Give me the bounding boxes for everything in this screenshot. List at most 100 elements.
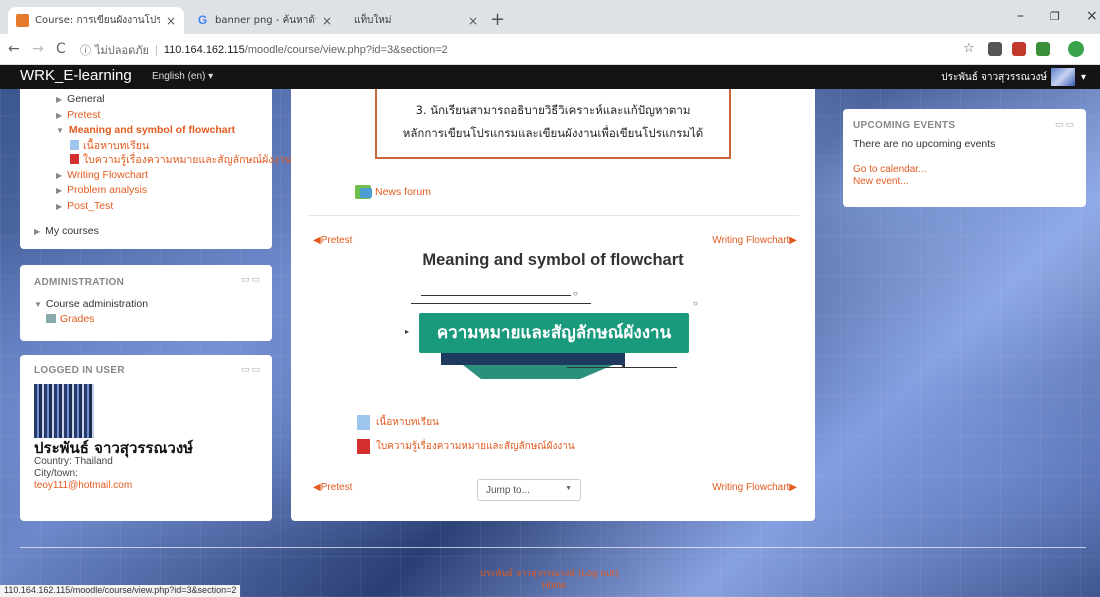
browser-tab-bar: Course: การเขียนผังงานโปรแกรม, Wr × G ba… [0,0,1100,34]
reload-button[interactable]: C [56,41,66,57]
maximize-button[interactable]: ❐ [1050,10,1060,23]
user-city: City/town: [34,468,78,479]
url-input[interactable]: ⓘ ไม่ปลอดภัย | 110.164.162.115 /moodle/c… [80,38,920,61]
block-controls-icon[interactable]: ▭▭ [1055,119,1076,130]
block-controls-icon[interactable]: ▭▭ [241,275,262,285]
divider [309,215,799,216]
footer-home-link[interactable]: Home [542,580,566,590]
logged-in-user-block: LOGGED IN USER ▭▭ ประพันธ์ จาวสุวรรณวงษ์… [20,355,272,521]
objective-line: 3. นักเรียนสามารถอธิบายวิธีวิเคราะห์และแ… [415,103,691,117]
chevron-down-icon: ▾ [1080,71,1086,83]
user-picture[interactable] [34,384,94,438]
caret-down-icon: ▼ [56,126,64,135]
next-section-link-bottom[interactable]: Writing Flowchart▶ [712,482,797,493]
tab-title: Course: การเขียนผังงานโปรแกรม, Wr [35,15,160,26]
caret-right-icon: ▶ [56,170,63,180]
minimize-button[interactable]: – [1017,8,1024,24]
prev-section-link[interactable]: ◀Pretest [313,235,352,246]
nav-subitem-pdf[interactable]: ใบความรู้เรื่องความหมายและสัญลักษณ์ผังงา… [56,153,292,168]
block-title: UPCOMING EVENTS [853,120,956,131]
footer-logout-link[interactable]: ประพันธ์ จาวสุวรรณวงษ์ (Log out) [480,566,619,580]
caret-right-icon: ▶ [56,201,63,211]
chevron-down-icon: ▼ [565,485,572,492]
arrow-ornament-icon: ▸ [405,327,410,336]
caret-right-icon: ▶ [56,95,63,104]
go-to-calendar-link[interactable]: Go to calendar... [853,164,1086,176]
address-bar-row: ← → C ⓘ ไม่ปลอดภัย | 110.164.162.115 /mo… [0,34,1100,65]
jump-to-select[interactable]: Jump to... ▼ [477,479,581,501]
circle-ornament-icon: ○ [573,289,578,298]
administration-block: ADMINISTRATION ▭▭ ▼ Course administration… [20,265,272,341]
moodle-favicon-icon [16,14,29,27]
pdf-icon [357,439,370,454]
forward-button[interactable]: → [32,41,44,57]
nav-item-post-test[interactable]: ▶ Post_Test [56,199,272,215]
user-email-link[interactable]: teoy111@hotmail.com [34,480,272,492]
nav-item-meaning-symbol[interactable]: ▼ Meaning and symbol of flowchart [56,123,272,139]
nav-item-general[interactable]: ▶ General [56,92,272,108]
block-title: LOGGED IN USER [34,365,125,376]
nav-item-problem-analysis[interactable]: ▶ Problem analysis [56,183,272,199]
next-section-link[interactable]: Writing Flowchart▶ [712,235,797,246]
tab-course[interactable]: Course: การเขียนผังงานโปรแกรม, Wr × [8,7,184,34]
user-country: Country: Thailand [34,456,113,467]
caret-right-icon: ▶ [56,110,63,120]
nav-item-my-courses[interactable]: ▶ My courses [34,225,99,237]
moodle-navbar: WRK_E-learning English (en) ▾ ประพันธ์ จ… [0,65,1100,89]
tab-title: แท็บใหม่ [354,15,392,26]
circle-ornament-icon: ○ [693,299,698,308]
footer-divider [20,547,1086,548]
navigation-block: ▶ General ▶ Pretest ▼ Meaning and symbol of… [20,89,292,249]
nav-subitem-lesson[interactable]: เนื้อหาบทเรียน [56,139,272,154]
close-tab-icon[interactable]: × [468,14,478,28]
course-administration-node[interactable]: ▼ Course administration [34,298,272,310]
caret-right-icon: ▶ [34,227,41,236]
browser-status-url: 110.164.162.115/moodle/course/view.php?i… [0,585,241,597]
site-brand-link[interactable]: WRK_E-learning [20,67,132,84]
url-path: /moodle/course/view.php?id=3&section=2 [244,43,448,56]
main-content: 3. นักเรียนสามารถอธิบายวิธีวิเคราะห์และแ… [291,89,815,521]
new-event-link[interactable]: New event... [853,176,1086,188]
grades-icon [46,314,56,323]
info-icon[interactable]: ⓘ [80,42,91,58]
close-tab-icon[interactable]: × [166,14,176,28]
upcoming-events-block: UPCOMING EVENTS ▭▭ There are no upcoming… [843,109,1086,207]
profile-avatar-icon[interactable] [1068,41,1084,57]
news-forum-link[interactable]: News forum [355,185,431,199]
resource-pdf-link[interactable]: ใบความรู้เรื่องความหมายและสัญลักษณ์ผังงา… [357,439,575,454]
close-tab-icon[interactable]: × [322,14,332,28]
section-banner-image: ○ ○ ▸ ◂ ความหมายและสัญลักษณ์ผังงาน [397,275,707,395]
block-title: ADMINISTRATION [34,277,125,288]
banner-text: ความหมายและสัญลักษณ์ผังงาน [436,323,672,343]
tab-google-search[interactable]: G banner png - ค้นหาด้วย Google × [188,7,340,34]
forum-icon [355,185,372,199]
resource-lesson-link[interactable]: เนื้อหาบทเรียน [357,415,439,430]
extension-icon[interactable] [1036,42,1050,56]
google-favicon-icon: G [197,13,208,27]
caret-down-icon: ▼ [34,300,42,309]
bookmark-star-icon[interactable]: ☆ [963,41,975,56]
back-button[interactable]: ← [8,41,20,57]
close-window-button[interactable]: × [1086,8,1098,24]
extension-icon[interactable] [988,42,1002,56]
security-label: ไม่ปลอดภัย [95,44,149,57]
section-title: Meaning and symbol of flowchart [422,251,684,269]
tab-new[interactable]: แท็บใหม่ × [346,7,486,34]
block-controls-icon[interactable]: ▭▭ [241,365,262,375]
new-tab-button[interactable]: + [490,11,505,29]
objective-box: 3. นักเรียนสามารถอธิบายวิธีวิเคราะห์และแ… [375,89,731,159]
user-menu[interactable]: ประพันธ์ จาวสุวรรณวงษ์ ▾ [941,68,1086,86]
user-menu-name: ประพันธ์ จาวสุวรรณวงษ์ [941,71,1047,83]
extension-icon[interactable] [1012,42,1026,56]
prev-section-link-bottom[interactable]: ◀Pretest [313,482,352,493]
user-full-name: ประพันธ์ จาวสุวรรณวงษ์ [34,439,194,457]
objective-line: หลักการเขียนโปรแกรมและเขียนผังงานเพื่อเข… [402,126,704,140]
language-menu[interactable]: English (en) ▾ [152,71,213,82]
nav-item-pretest[interactable]: ▶ Pretest [56,108,272,124]
grades-link[interactable]: Grades [34,313,272,325]
nav-item-writing-flowchart[interactable]: ▶ Writing Flowchart [56,168,272,184]
file-icon [357,415,370,430]
pdf-icon [70,154,79,164]
no-events-text: There are no upcoming events [853,138,996,150]
tab-title: banner png - ค้นหาด้วย Google [215,15,316,26]
